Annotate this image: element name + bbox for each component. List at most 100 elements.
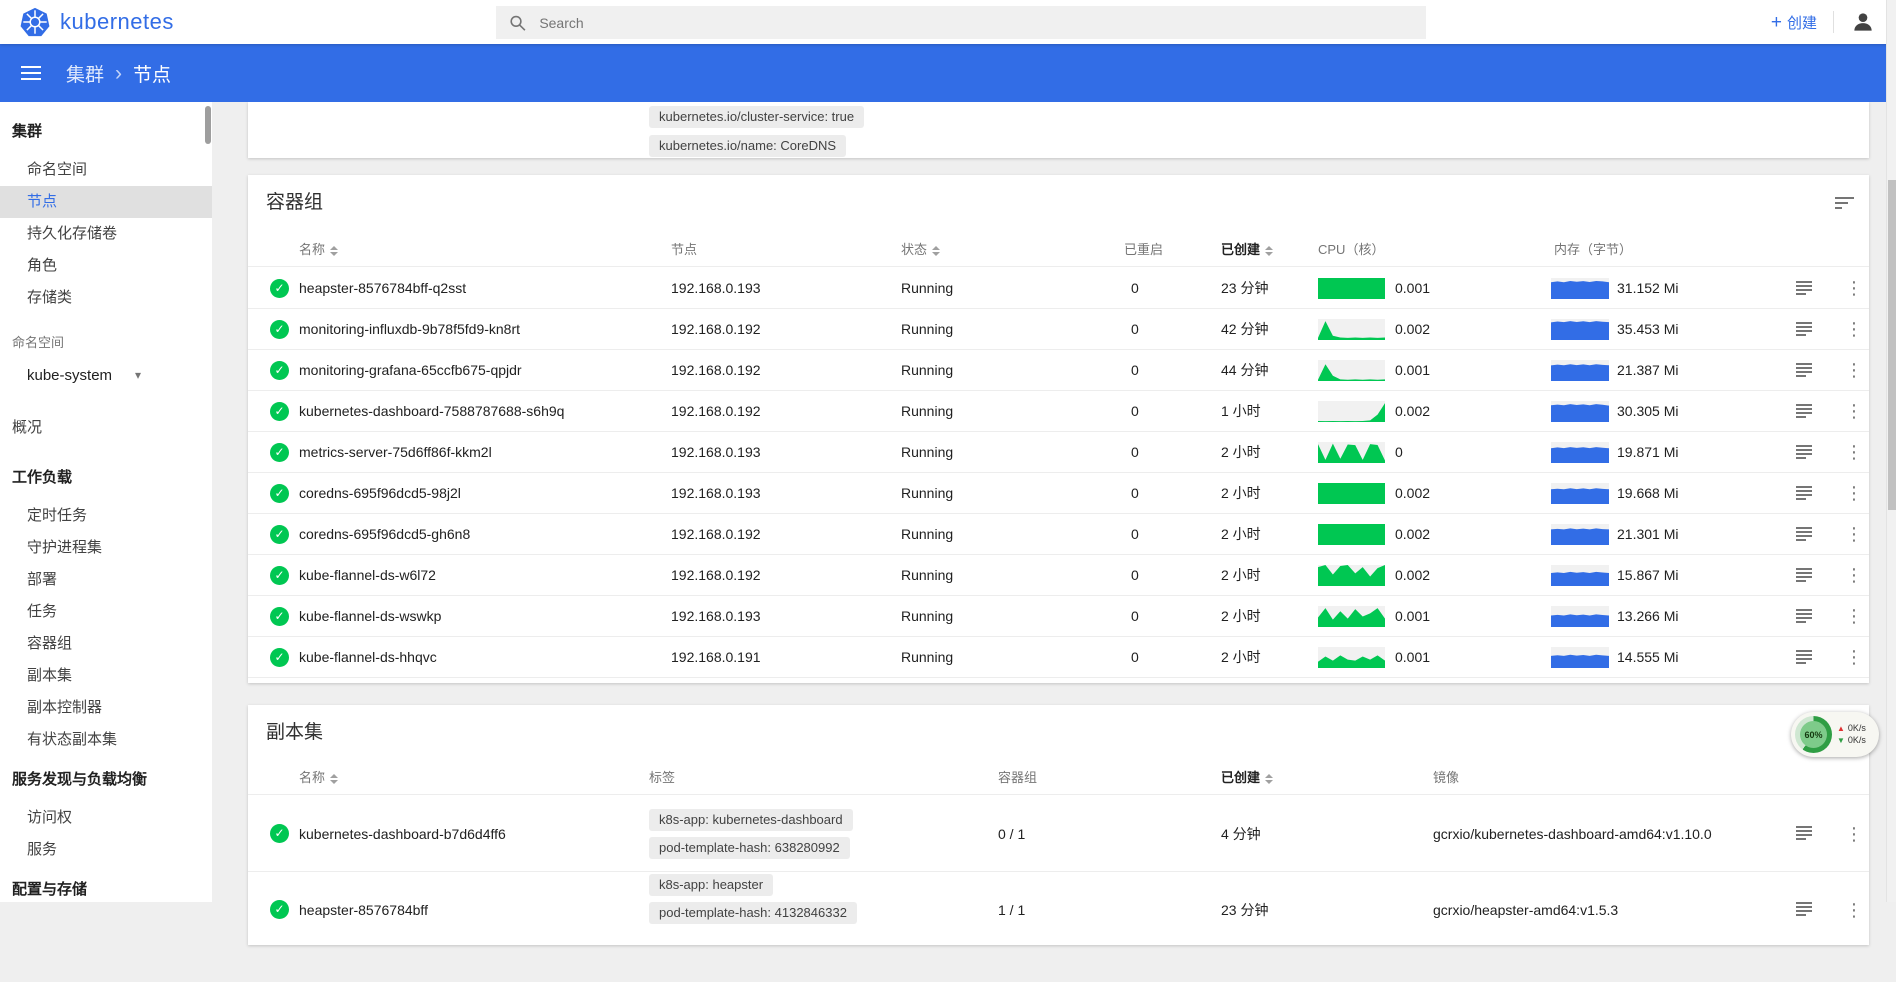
row-menu-icon[interactable]: ⋮ <box>1845 473 1863 514</box>
cpu-value: 0.002 <box>1395 309 1430 350</box>
sidebar-item[interactable]: 定时任务 <box>0 500 212 532</box>
table-row[interactable]: ✓monitoring-grafana-65ccfb675-qpjdr192.1… <box>248 350 1869 391</box>
replicaset-pods: 0 / 1 <box>998 796 1025 872</box>
pod-name-link[interactable]: kube-flannel-ds-hhqvc <box>299 637 437 678</box>
sidebar-item[interactable]: 副本控制器 <box>0 692 212 724</box>
table-row[interactable]: ✓heapster-8576784bffk8s-app: heapsterpod… <box>248 872 1869 982</box>
logs-icon[interactable] <box>1796 650 1812 665</box>
search-bar[interactable] <box>496 6 1426 39</box>
sidebar-item[interactable]: 角色 <box>0 250 212 282</box>
sidebar-item[interactable]: 容器组 <box>0 628 212 660</box>
logs-icon[interactable] <box>1796 826 1812 841</box>
breadcrumb-cluster-link[interactable]: 集群 <box>66 60 104 87</box>
sidebar-section-config: 配置与存储 <box>0 874 212 906</box>
memory-value: 35.453 Mi <box>1617 309 1678 350</box>
logs-icon[interactable] <box>1796 902 1812 917</box>
scrollbar-thumb[interactable] <box>1888 180 1896 510</box>
sort-icon[interactable] <box>932 246 940 256</box>
column-header-name[interactable]: 名称 <box>299 233 338 267</box>
menu-icon[interactable] <box>21 66 41 80</box>
table-row[interactable]: ✓coredns-695f96dcd5-gh6n8192.168.0.192Ru… <box>248 514 1869 555</box>
logs-icon[interactable] <box>1796 445 1812 460</box>
pod-name-link[interactable]: metrics-server-75d6ff86f-kkm2l <box>299 432 492 473</box>
pod-name-link[interactable]: coredns-695f96dcd5-gh6n8 <box>299 514 470 555</box>
replicaset-name-link[interactable]: kubernetes-dashboard-b7d6d4ff6 <box>299 796 506 872</box>
row-menu-icon[interactable]: ⋮ <box>1845 872 1863 948</box>
sidebar-item[interactable]: 有状态副本集 <box>0 724 212 756</box>
row-menu-icon[interactable]: ⋮ <box>1845 350 1863 391</box>
logs-icon[interactable] <box>1796 363 1812 378</box>
column-header-status[interactable]: 状态 <box>901 233 940 267</box>
row-menu-icon[interactable]: ⋮ <box>1845 637 1863 678</box>
table-row[interactable]: ✓kube-flannel-ds-wswkp192.168.0.193Runni… <box>248 596 1869 637</box>
column-header-name[interactable]: 名称 <box>299 761 338 795</box>
pod-name-link[interactable]: monitoring-grafana-65ccfb675-qpjdr <box>299 350 522 391</box>
table-row[interactable]: ✓kubernetes-dashboard-7588787688-s6h9q19… <box>248 391 1869 432</box>
pod-name-link[interactable]: kube-flannel-ds-wswkp <box>299 596 441 637</box>
replicaset-name-link[interactable]: heapster-8576784bff <box>299 872 428 948</box>
row-menu-icon[interactable]: ⋮ <box>1845 391 1863 432</box>
sidebar-scrollbar[interactable] <box>205 106 211 144</box>
row-menu-icon[interactable]: ⋮ <box>1845 514 1863 555</box>
row-menu-icon[interactable]: ⋮ <box>1845 796 1863 872</box>
sidebar-item[interactable]: 持久化存储卷 <box>0 218 212 250</box>
table-row[interactable]: ✓coredns-695f96dcd5-98j2l192.168.0.193Ru… <box>248 473 1869 514</box>
logs-icon[interactable] <box>1796 609 1812 624</box>
logs-icon[interactable] <box>1796 568 1812 583</box>
sidebar-item-overview[interactable]: 概况 <box>0 412 212 444</box>
pod-name-link[interactable]: heapster-8576784bff-q2sst <box>299 268 466 309</box>
kubernetes-brand[interactable]: kubernetes <box>20 0 174 44</box>
logs-icon[interactable] <box>1796 486 1812 501</box>
logs-icon[interactable] <box>1796 322 1812 337</box>
memory-value: 19.668 Mi <box>1617 473 1678 514</box>
row-menu-icon[interactable]: ⋮ <box>1845 309 1863 350</box>
sidebar-section-cluster: 集群 <box>0 116 212 148</box>
sidebar-item[interactable]: 节点 <box>0 186 212 218</box>
search-input[interactable] <box>539 15 1414 31</box>
row-menu-icon[interactable]: ⋮ <box>1845 268 1863 309</box>
column-header-node[interactable]: 节点 <box>671 233 697 267</box>
pod-name-link[interactable]: coredns-695f96dcd5-98j2l <box>299 473 461 514</box>
sidebar-item[interactable]: 任务 <box>0 596 212 628</box>
create-button[interactable]: + 创建 <box>1771 12 1817 33</box>
sidebar-item[interactable]: 命名空间 <box>0 154 212 186</box>
logs-icon[interactable] <box>1796 527 1812 542</box>
sidebar-item[interactable]: 部署 <box>0 564 212 596</box>
filter-icon[interactable] <box>1835 197 1854 211</box>
pod-name-link[interactable]: kube-flannel-ds-w6l72 <box>299 555 436 596</box>
pod-name-link[interactable]: monitoring-influxdb-9b78f5fd9-kn8rt <box>299 309 520 350</box>
row-menu-icon[interactable]: ⋮ <box>1845 432 1863 473</box>
table-row[interactable]: ✓monitoring-influxdb-9b78f5fd9-kn8rt192.… <box>248 309 1869 350</box>
table-row[interactable]: ✓kube-flannel-ds-hhqvc192.168.0.191Runni… <box>248 637 1869 678</box>
sort-icon[interactable] <box>330 774 338 784</box>
table-row[interactable]: ✓heapster-8576784bff-q2sst192.168.0.193R… <box>248 268 1869 309</box>
sort-icon[interactable] <box>1265 774 1273 784</box>
cpu-sparkline <box>1318 442 1385 463</box>
sidebar-item[interactable]: 守护进程集 <box>0 532 212 564</box>
sidebar-item[interactable]: 存储类 <box>0 282 212 314</box>
page-scrollbar[interactable] <box>1886 0 1896 902</box>
column-header-created[interactable]: 已创建 <box>1221 233 1273 267</box>
sort-icon[interactable] <box>330 246 338 256</box>
logs-icon[interactable] <box>1796 281 1812 296</box>
pod-name-link[interactable]: kubernetes-dashboard-7588787688-s6h9q <box>299 391 564 432</box>
account-icon[interactable] <box>1850 9 1876 35</box>
column-header-labels: 标签 <box>649 761 675 795</box>
table-row[interactable]: ✓metrics-server-75d6ff86f-kkm2l192.168.0… <box>248 432 1869 473</box>
vertical-divider <box>1833 11 1834 33</box>
column-header-created[interactable]: 已创建 <box>1221 761 1273 795</box>
row-menu-icon[interactable]: ⋮ <box>1845 596 1863 637</box>
pod-restarts: 0 <box>1131 309 1139 350</box>
sort-icon[interactable] <box>1265 246 1273 256</box>
row-menu-icon[interactable]: ⋮ <box>1845 555 1863 596</box>
sidebar-item[interactable]: 副本集 <box>0 660 212 692</box>
sidebar-item[interactable]: 访问权 <box>0 802 212 834</box>
table-row[interactable]: ✓kubernetes-dashboard-b7d6d4ff6k8s-app: … <box>248 796 1869 872</box>
logs-icon[interactable] <box>1796 404 1812 419</box>
column-header-restarts[interactable]: 已重启 <box>1124 233 1163 267</box>
sidebar-item[interactable]: 服务 <box>0 834 212 866</box>
table-row[interactable]: ✓kube-flannel-ds-w6l72192.168.0.192Runni… <box>248 555 1869 596</box>
system-monitor-widget[interactable]: 60% ▲0K/s ▼0K/s <box>1791 712 1879 757</box>
status-success-icon: ✓ <box>270 320 289 339</box>
namespace-select[interactable]: kube-system ▾ <box>27 360 141 390</box>
